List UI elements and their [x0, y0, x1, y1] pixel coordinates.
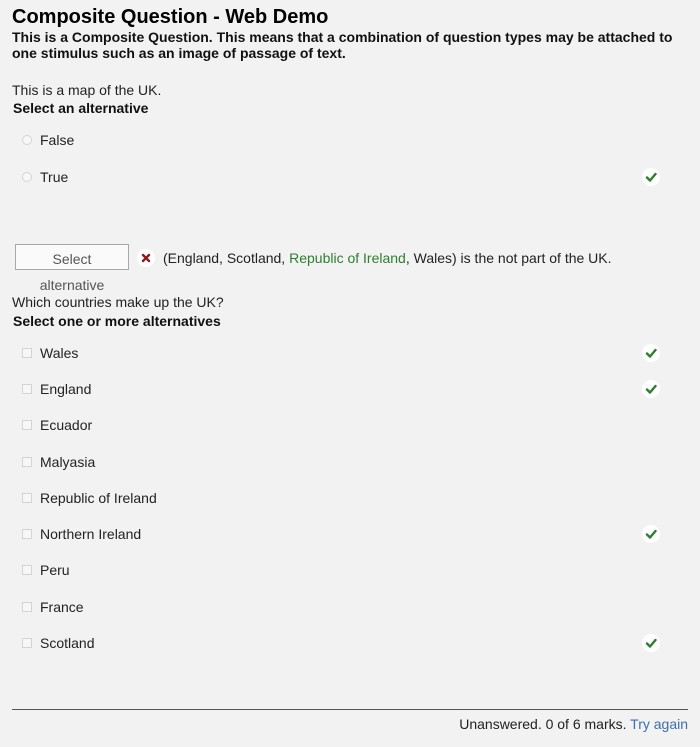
page-title: Composite Question - Web Demo [12, 6, 329, 28]
q3-option-ecuador[interactable]: Ecuador [12, 414, 660, 436]
q1-option-false[interactable]: False [12, 129, 660, 151]
q3-option-malyasia[interactable]: Malyasia [12, 451, 660, 473]
q3-option-scotland[interactable]: Scotland [12, 632, 660, 654]
option-label: Wales [40, 345, 79, 361]
checkbox[interactable] [22, 493, 32, 503]
option-label: Scotland [40, 635, 95, 651]
question-intro: This is a Composite Question. This means… [12, 29, 673, 61]
q3-option-wales[interactable]: Wales [12, 342, 660, 364]
sentence-close: , Wales) is the not part of the UK. [405, 250, 612, 266]
q3-option-france[interactable]: France [12, 596, 660, 618]
correct-answer-highlight: Republic of Ireland [289, 250, 406, 266]
checkbox[interactable] [22, 384, 32, 394]
check-mark-icon [642, 525, 660, 543]
footer-divider [12, 709, 688, 710]
check-mark-icon [642, 344, 660, 362]
option-label: Republic of Ireland [40, 490, 157, 506]
checkbox[interactable] [22, 565, 32, 575]
try-again-link[interactable]: Try again [630, 716, 688, 732]
select-alternative-dropdown[interactable]: Select alternative [15, 244, 129, 293]
score-status: Unanswered. 0 of 6 marks. [459, 716, 627, 732]
option-label: Ecuador [40, 417, 93, 433]
option-label: France [40, 599, 84, 615]
q2-sentence: (England, Scotland, Republic of Ireland,… [163, 250, 612, 266]
q1-instruction: Select an alternative [13, 100, 149, 116]
option-label: False [40, 132, 75, 148]
q1-option-true[interactable]: True [12, 166, 660, 188]
option-label: Peru [40, 562, 70, 578]
q1-prompt: This is a map of the UK. [12, 82, 162, 98]
check-mark-icon [642, 168, 660, 186]
checkbox[interactable] [22, 638, 32, 648]
option-label: England [40, 381, 92, 397]
checkbox[interactable] [22, 348, 32, 358]
checkbox[interactable] [22, 457, 32, 467]
checkbox[interactable] [22, 420, 32, 430]
sentence-open: (England, Scotland, [163, 250, 290, 266]
checkbox[interactable] [22, 602, 32, 612]
option-label: Malyasia [40, 454, 96, 470]
score-footer: Unanswered. 0 of 6 marks. Try again [459, 716, 688, 732]
option-label: True [40, 169, 69, 185]
radio-button[interactable] [22, 172, 32, 182]
radio-button[interactable] [22, 135, 32, 145]
q3-option-northern-ireland[interactable]: Northern Ireland [12, 523, 660, 545]
check-mark-icon [642, 380, 660, 398]
q3-option-republic-of-ireland[interactable]: Republic of Ireland [12, 487, 660, 509]
q3-instruction: Select one or more alternatives [13, 313, 221, 329]
option-label: Northern Ireland [40, 526, 142, 542]
q3-option-england[interactable]: England [12, 378, 660, 400]
cross-icon [137, 249, 155, 267]
checkbox[interactable] [22, 529, 32, 539]
check-mark-icon [642, 634, 660, 652]
q3-prompt: Which countries make up the UK? [12, 294, 224, 310]
q3-option-peru[interactable]: Peru [12, 559, 660, 581]
